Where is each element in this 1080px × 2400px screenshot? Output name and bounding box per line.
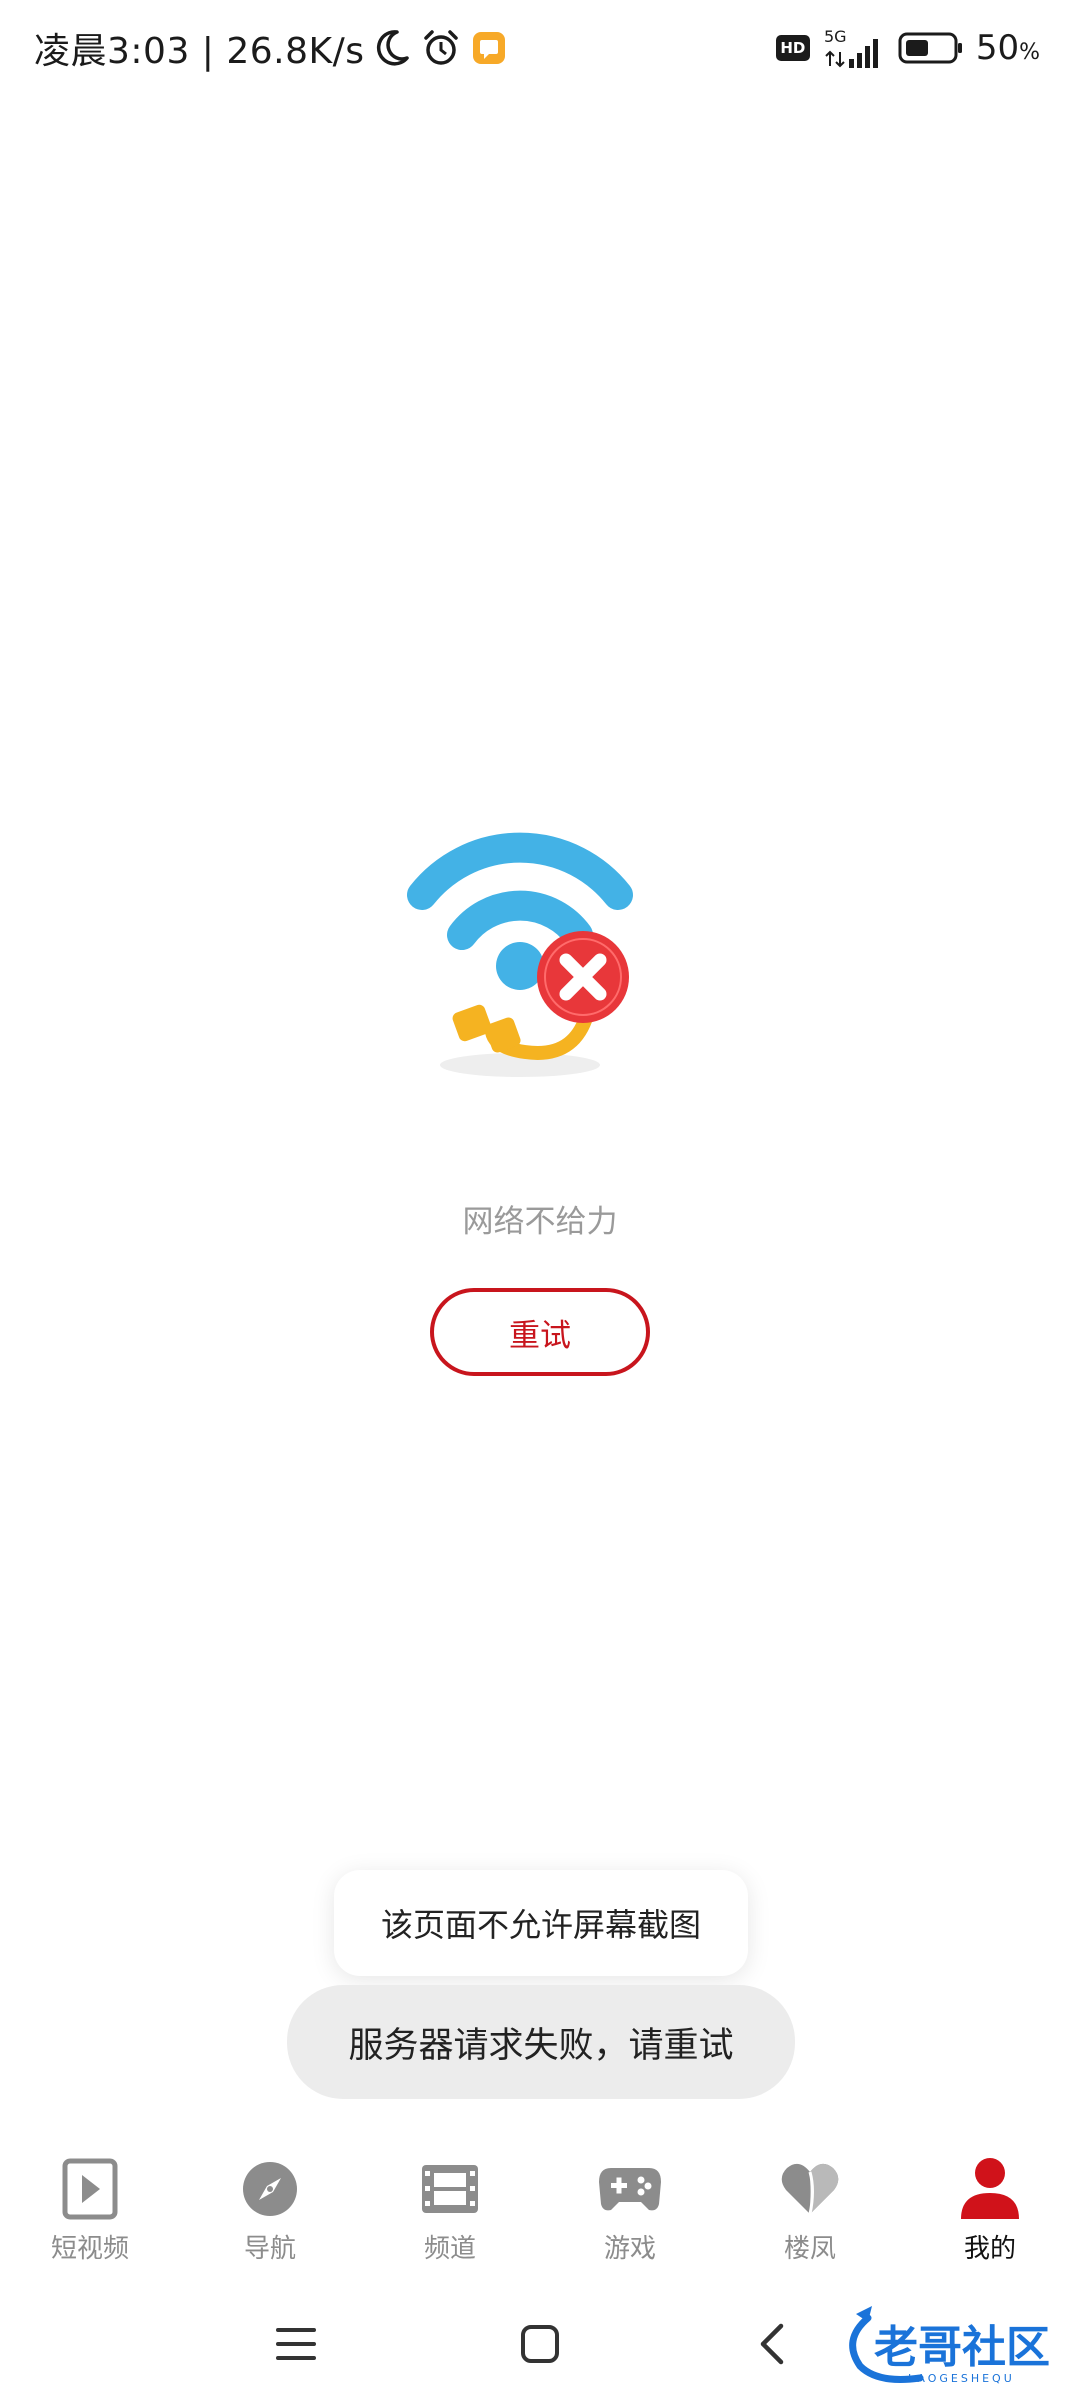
alarm-icon [421, 28, 461, 68]
nav-label-mine: 我的 [963, 2234, 1016, 2264]
gamepad-icon [597, 2156, 663, 2222]
user-icon [957, 2156, 1023, 2222]
home-icon[interactable] [508, 2312, 572, 2376]
nav-label-navigation: 导航 [243, 2234, 296, 2264]
film-icon [417, 2156, 483, 2222]
screenshot-blocked-toast: 该页面不允许屏幕截图 [334, 1870, 748, 1976]
network-error-illustration [400, 820, 660, 1100]
nav-item-lofeng[interactable]: 楼凤 [720, 2140, 900, 2280]
network-type: 5G [824, 27, 847, 46]
watermark-title: 老哥社区 [874, 2322, 1050, 2373]
notification-app-icon [471, 30, 507, 66]
server-error-toast: 服务器请求失败，请重试 [287, 1985, 795, 2099]
back-icon[interactable] [740, 2312, 804, 2376]
nav-label-channel: 频道 [423, 2234, 476, 2264]
nav-item-navigation[interactable]: 导航 [180, 2140, 360, 2280]
status-right: HD 5G 50% [775, 22, 1040, 74]
menu-icon[interactable] [264, 2312, 328, 2376]
nav-item-games[interactable]: 游戏 [540, 2140, 720, 2280]
retry-button[interactable]: 重试 [430, 1288, 650, 1376]
nav-label-games: 游戏 [603, 2234, 656, 2264]
watermark-logo: 老哥社区 LAOGESHEQU [838, 2300, 1070, 2390]
play-square-icon [57, 2156, 123, 2222]
status-left: 凌晨3:03 | 26.8K/s [34, 22, 507, 74]
nav-item-short-video[interactable]: 短视频 [0, 2140, 180, 2280]
nav-item-mine[interactable]: 我的 [900, 2140, 1080, 2280]
nav-label-lofeng: 楼凤 [783, 2234, 836, 2264]
nav-label-short-video: 短视频 [50, 2234, 129, 2264]
status-bar: 凌晨3:03 | 26.8K/s HD 5G 50% [0, 0, 1080, 96]
nav-item-channel[interactable]: 频道 [360, 2140, 540, 2280]
battery-value: 50 [975, 28, 1020, 68]
status-time-speed: 凌晨3:03 | 26.8K/s [34, 31, 365, 72]
compass-icon [237, 2156, 303, 2222]
bottom-nav: 短视频 导航 频道 游戏 楼凤 我的 [0, 2140, 1080, 2280]
battery-unit: % [1019, 40, 1040, 65]
wifi-error-icon [407, 832, 633, 1077]
hd-badge: HD [775, 35, 810, 61]
signal-5g-icon: 5G [822, 26, 886, 70]
error-message: 网络不给力 [462, 1204, 618, 1240]
heart-icon [777, 2156, 843, 2222]
watermark-subtitle: LAOGESHEQU [908, 2372, 1015, 2385]
battery-icon [898, 31, 964, 65]
battery-percent: 50% [976, 28, 1040, 68]
moon-icon [375, 28, 411, 68]
